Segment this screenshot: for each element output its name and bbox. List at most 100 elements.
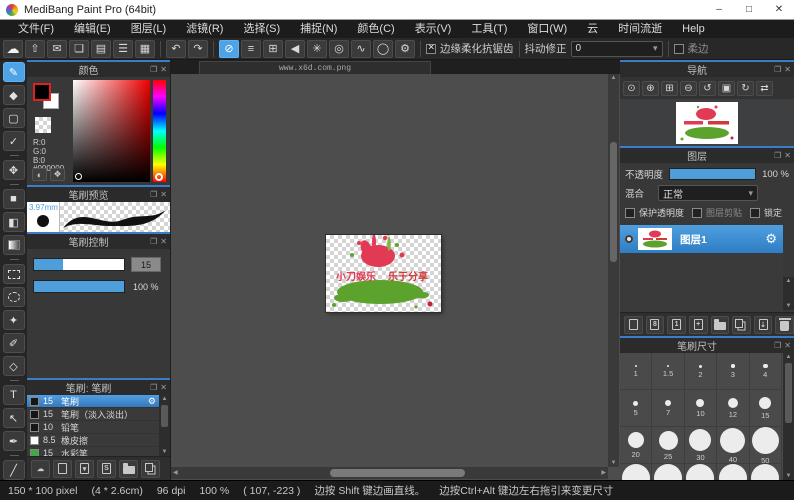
redo-button[interactable]: ↷ (188, 40, 208, 58)
zoom-actual-button[interactable]: ⊙ (623, 81, 640, 96)
gradient-tool[interactable] (3, 235, 25, 255)
snap-off-button[interactable]: ⊘ (219, 40, 239, 58)
stabilizer-select[interactable]: 0 (571, 41, 663, 57)
layer-opacity-slider[interactable] (669, 168, 756, 180)
fill-rect-tool[interactable]: ■ (3, 189, 25, 209)
move-tool[interactable]: ✥ (3, 160, 25, 180)
duplicate-layer-button[interactable] (732, 316, 751, 334)
brush-size-cell[interactable] (685, 464, 717, 480)
popout-icon[interactable]: ❐ (150, 383, 157, 392)
new-8bit-layer-button[interactable]: 8 (646, 316, 665, 334)
merge-layer-button[interactable]: ⇣ (754, 316, 773, 334)
close-icon[interactable]: ✕ (160, 190, 167, 199)
brush-list-item[interactable]: 15 笔刷（淡入淡出） (27, 408, 159, 421)
brush-cloud-button[interactable]: ☁ (31, 460, 50, 478)
close-icon[interactable]: ✕ (784, 341, 791, 350)
duplicate-brush-button[interactable] (141, 460, 160, 478)
canvas-horizontal-scrollbar[interactable]: ◀▶ (171, 467, 608, 479)
brush-size-cell[interactable]: 40 (717, 427, 749, 464)
brush-size-cell[interactable]: 7 (652, 390, 684, 427)
lock-checkbox[interactable] (750, 208, 760, 218)
brush-size-cell[interactable]: 5 (620, 390, 652, 427)
select-pen-tool[interactable]: ✐ (3, 333, 25, 353)
eyedropper-tool[interactable]: ╱ (3, 460, 25, 480)
brush-size-cell[interactable] (750, 464, 782, 480)
brush-list-item[interactable]: 15 笔刷 ⚙ (27, 395, 159, 408)
menu-item[interactable]: 图层(L) (121, 20, 176, 38)
foreground-color-swatch[interactable] (33, 83, 51, 101)
operation-tool[interactable]: ↖ (3, 408, 25, 428)
comment-button[interactable]: ✉ (47, 40, 67, 58)
menu-item[interactable]: 滤镜(R) (176, 20, 233, 38)
close-icon[interactable]: ✕ (160, 65, 167, 74)
brush-size-cell[interactable]: 15 (750, 390, 782, 427)
snap-settings-button[interactable]: ⚙ (395, 40, 415, 58)
color-wheel-button[interactable]: ◐ (32, 168, 47, 181)
brush-size-cell[interactable] (620, 464, 652, 480)
brush-size-cell[interactable]: 4 (750, 353, 782, 390)
brush-folder-button[interactable] (119, 460, 138, 478)
rotate-left-button[interactable]: ↺ (699, 81, 716, 96)
popout-icon[interactable]: ❐ (774, 65, 781, 74)
popout-icon[interactable]: ❐ (774, 151, 781, 160)
page-list-button[interactable]: ▤ (91, 40, 111, 58)
fit-screen-button[interactable]: ⊞ (661, 81, 678, 96)
grid-snap-button[interactable]: ⊞ (263, 40, 283, 58)
curve-snap-button[interactable]: ∿ (351, 40, 371, 58)
zoom-out-button[interactable]: ⊖ (680, 81, 697, 96)
close-button[interactable]: ✕ (764, 0, 794, 19)
delete-layer-button[interactable] (775, 316, 794, 334)
brush-size-value[interactable]: 15 (131, 257, 161, 272)
text-tool[interactable]: T (3, 385, 25, 405)
protect-alpha-checkbox[interactable] (625, 208, 635, 218)
radial-snap-button[interactable]: ✳ (307, 40, 327, 58)
new-layer-button[interactable] (624, 316, 643, 334)
zoom-in-button[interactable]: ⊕ (642, 81, 659, 96)
brush-tool[interactable]: ✎ (3, 62, 25, 82)
layer-settings-icon[interactable]: ⚙ (765, 231, 783, 247)
menu-item[interactable]: 编辑(E) (64, 20, 121, 38)
antialias-option[interactable]: 边缘柔化抗锯齿 (426, 41, 514, 56)
brush-size-cell[interactable]: 50 (750, 427, 782, 464)
eraser-tool[interactable]: ◆ (3, 85, 25, 105)
brush-size-cell[interactable]: 20 (620, 427, 652, 464)
layer-list-scrollbar[interactable]: ▲▼ (783, 277, 794, 310)
polyline-tool[interactable]: ✓ (3, 131, 25, 151)
brush-sizes-scrollbar[interactable]: ▲▼ (783, 353, 794, 480)
reset-rotation-button[interactable]: ▣ (718, 81, 735, 96)
canvas-area[interactable]: www.x6d.com.png 小刀娱乐 乐于分享 ▲▼ (170, 60, 620, 480)
brush-size-cell[interactable] (652, 464, 684, 480)
brush-settings-icon[interactable]: ⚙ (148, 396, 159, 407)
parallel-snap-button[interactable]: ≡ (241, 40, 261, 58)
menu-item[interactable]: 工具(T) (461, 20, 517, 38)
split-view-button[interactable]: ▦ (135, 40, 155, 58)
layer-folder-button[interactable] (711, 316, 730, 334)
close-icon[interactable]: ✕ (160, 383, 167, 392)
dot-tool[interactable]: ▢ (3, 108, 25, 128)
add-brush-button[interactable] (53, 460, 72, 478)
transparent-color-swatch[interactable] (35, 117, 51, 133)
brush-size-slider[interactable] (33, 258, 125, 271)
menu-item[interactable]: 云 (577, 20, 608, 38)
select-tool[interactable] (3, 264, 25, 284)
maximize-button[interactable]: □ (734, 0, 764, 19)
brush-size-cell[interactable]: 1 (620, 353, 652, 390)
hue-slider[interactable] (153, 80, 166, 182)
magic-wand-tool[interactable]: ✦ (3, 310, 25, 330)
ellipse-snap-button[interactable]: ◯ (373, 40, 393, 58)
popout-icon[interactable]: ❐ (150, 65, 157, 74)
menu-item[interactable]: 窗口(W) (517, 20, 577, 38)
vanishing-point-snap-button[interactable]: ◀ (285, 40, 305, 58)
soft-edge-checkbox[interactable] (674, 44, 684, 54)
brush-size-cell[interactable]: 12 (717, 390, 749, 427)
material-panel-button[interactable]: ☰ (113, 40, 133, 58)
close-icon[interactable]: ✕ (784, 151, 791, 160)
brush-size-cell[interactable] (717, 464, 749, 480)
publish-button[interactable]: ⇧ (25, 40, 45, 58)
brush-list-scrollbar[interactable]: ▲▼ (159, 395, 170, 456)
bucket-tool[interactable]: ◧ (3, 212, 25, 232)
brush-opacity-slider[interactable] (33, 280, 125, 293)
lasso-tool[interactable] (3, 287, 25, 307)
concentric-snap-button[interactable]: ◎ (329, 40, 349, 58)
script-brush-button[interactable]: S (97, 460, 116, 478)
